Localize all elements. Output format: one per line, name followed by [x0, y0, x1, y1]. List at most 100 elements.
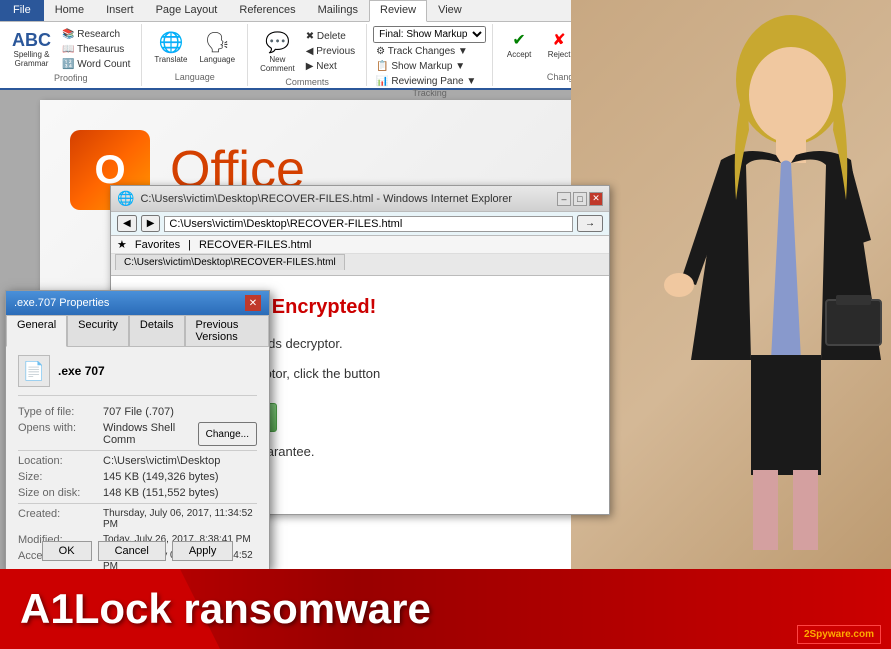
show-markup-button[interactable]: 📋 Show Markup ▼ [373, 60, 486, 73]
dialog-title-bar: .exe.707 Properties ✕ [6, 291, 269, 315]
ie-tabs-bar: C:\Users\victim\Desktop\RECOVER-FILES.ht… [111, 254, 609, 276]
ribbon-group-tracking: Final: Show Markup ⚙ Track Changes ▼ 📋 S… [367, 24, 493, 86]
markup-dropdown[interactable]: Final: Show Markup [373, 26, 486, 43]
ie-forward-button[interactable]: ▶ [141, 215, 161, 232]
dialog-file-name: .exe 707 [58, 364, 105, 378]
reject-label: Reject [548, 50, 571, 59]
reviewing-pane-button[interactable]: 📊 Reviewing Pane ▼ [373, 75, 486, 88]
ie-minimize-button[interactable]: – [557, 192, 571, 206]
spelling-label: Spelling &Grammar [13, 50, 49, 68]
tab-view[interactable]: View [427, 0, 473, 21]
file-icon: 📄 [18, 355, 50, 387]
size-label: Size: [18, 471, 103, 483]
ie-favorites-bar: ★ Favorites | RECOVER-FILES.html [111, 236, 609, 254]
prop-row-created: Created: Thursday, July 06, 2017, 11:34:… [18, 508, 257, 530]
prop-divider [18, 450, 257, 451]
ie-icon: 🌐 [117, 190, 134, 207]
spelling-grammar-button[interactable]: ABC Spelling &Grammar [8, 29, 55, 70]
prop-row-size-on-disk: Size on disk: 148 KB (151,552 bytes) [18, 487, 257, 499]
properties-dialog: .exe.707 Properties ✕ General Security D… [5, 290, 270, 570]
thesaurus-button[interactable]: 📖 Thesaurus [59, 43, 133, 56]
prop-row-location: Location: C:\Users\victim\Desktop [18, 455, 257, 467]
word-count-button[interactable]: 🔢 Word Count [59, 58, 133, 71]
prop-row-type: Type of file: 707 File (.707) [18, 406, 257, 418]
proofing-buttons: ABC Spelling &Grammar 📚 Research 📖 Thesa… [6, 26, 135, 73]
cancel-button[interactable]: Cancel [98, 541, 166, 561]
location-value: C:\Users\victim\Desktop [103, 455, 220, 467]
prop-row-size: Size: 145 KB (149,326 bytes) [18, 471, 257, 483]
person-figure [571, 0, 891, 580]
ie-address-input[interactable] [164, 216, 573, 232]
dialog-file-header: 📄 .exe 707 [18, 355, 257, 396]
type-value: 707 File (.707) [103, 406, 174, 418]
change-button[interactable]: Change... [198, 422, 257, 446]
dialog-close-button[interactable]: ✕ [245, 295, 261, 311]
dialog-tab-security[interactable]: Security [67, 315, 129, 346]
translate-button[interactable]: 🌐 Translate [150, 28, 191, 66]
bottom-banner: A1Lock ransomware 2Spyware.com [0, 569, 891, 649]
size-on-disk-value: 148 KB (151,552 bytes) [103, 487, 219, 499]
abc-icon: ABC [12, 31, 51, 49]
new-comment-button[interactable]: 💬 NewComment [256, 28, 299, 75]
ie-address-bar: ◀ ▶ → [111, 212, 609, 236]
favorites-label[interactable]: Favorites [135, 239, 180, 251]
created-value: Thursday, July 06, 2017, 11:34:52 PM [103, 508, 257, 530]
translate-label: Translate [154, 55, 187, 64]
language-label: Language [199, 55, 235, 64]
ie-go-button[interactable]: → [577, 215, 603, 232]
ie-maximize-button[interactable]: □ [573, 192, 587, 206]
proofing-small-buttons: 📚 Research 📖 Thesaurus 🔢 Word Count [59, 28, 133, 71]
ie-active-tab[interactable]: C:\Users\victim\Desktop\RECOVER-FILES.ht… [115, 254, 345, 270]
comment-nav-buttons: ✖ Delete ◀ Previous ▶ Next [303, 30, 358, 73]
prop-row-opens-with: Opens with: Windows Shell Comm Change... [18, 422, 257, 446]
tab-page-layout[interactable]: Page Layout [145, 0, 229, 21]
language-label: Language [175, 72, 215, 84]
research-button[interactable]: 📚 Research [59, 28, 133, 41]
ie-close-button[interactable]: ✕ [589, 192, 603, 206]
new-comment-icon: 💬 [265, 30, 290, 55]
accept-icon: ✔ [512, 30, 525, 50]
previous-comment-button[interactable]: ◀ Previous [303, 45, 358, 58]
tracking-label: Tracking [413, 88, 447, 100]
comments-buttons: 💬 NewComment ✖ Delete ◀ Previous ▶ Next [254, 26, 360, 77]
ie-title-bar: 🌐 C:\Users\victim\Desktop\RECOVER-FILES.… [111, 186, 609, 212]
tab-home[interactable]: Home [44, 0, 95, 21]
size-on-disk-label: Size on disk: [18, 487, 103, 499]
delete-button[interactable]: ✖ Delete [303, 30, 358, 43]
dialog-tab-previous-versions[interactable]: Previous Versions [185, 315, 269, 346]
language-icon: 🗣 [205, 30, 230, 55]
dialog-tab-details[interactable]: Details [129, 315, 185, 346]
language-button[interactable]: 🗣 Language [195, 28, 239, 66]
language-buttons: 🌐 Translate 🗣 Language [148, 26, 241, 68]
location-label: Location: [18, 455, 103, 467]
accept-label: Accept [507, 50, 531, 59]
ribbon-group-language: 🌐 Translate 🗣 Language Language [142, 24, 248, 86]
new-comment-label: NewComment [260, 55, 295, 73]
ie-back-button[interactable]: ◀ [117, 215, 137, 232]
logo-brand: Spyware [810, 629, 851, 640]
comments-label: Comments [285, 77, 329, 89]
tab-references[interactable]: References [228, 0, 306, 21]
track-changes-button[interactable]: ⚙ Track Changes ▼ [373, 45, 486, 58]
person-area [571, 0, 891, 649]
reject-icon: ✘ [552, 30, 565, 50]
banner-logo[interactable]: 2Spyware.com [797, 625, 881, 644]
tab-file[interactable]: File [0, 0, 44, 21]
opens-with-value: Windows Shell Comm [103, 422, 194, 446]
tab-mailings[interactable]: Mailings [307, 0, 369, 21]
dialog-tab-general[interactable]: General [6, 315, 67, 347]
logo-domain: .com [851, 629, 874, 640]
ok-button[interactable]: OK [42, 541, 92, 561]
dialog-footer: OK Cancel Apply [6, 541, 269, 561]
apply-button[interactable]: Apply [172, 541, 234, 561]
tab-insert[interactable]: Insert [95, 0, 145, 21]
bookmark-label[interactable]: RECOVER-FILES.html [199, 239, 311, 251]
favorites-separator: | [188, 239, 191, 251]
accept-button[interactable]: ✔ Accept [501, 28, 537, 61]
type-label: Type of file: [18, 406, 103, 418]
next-comment-button[interactable]: ▶ Next [303, 60, 358, 73]
tab-review[interactable]: Review [369, 0, 427, 22]
dialog-tabs: General Security Details Previous Versio… [6, 315, 269, 347]
created-label: Created: [18, 508, 103, 530]
banner-text: A1Lock ransomware [0, 585, 431, 633]
